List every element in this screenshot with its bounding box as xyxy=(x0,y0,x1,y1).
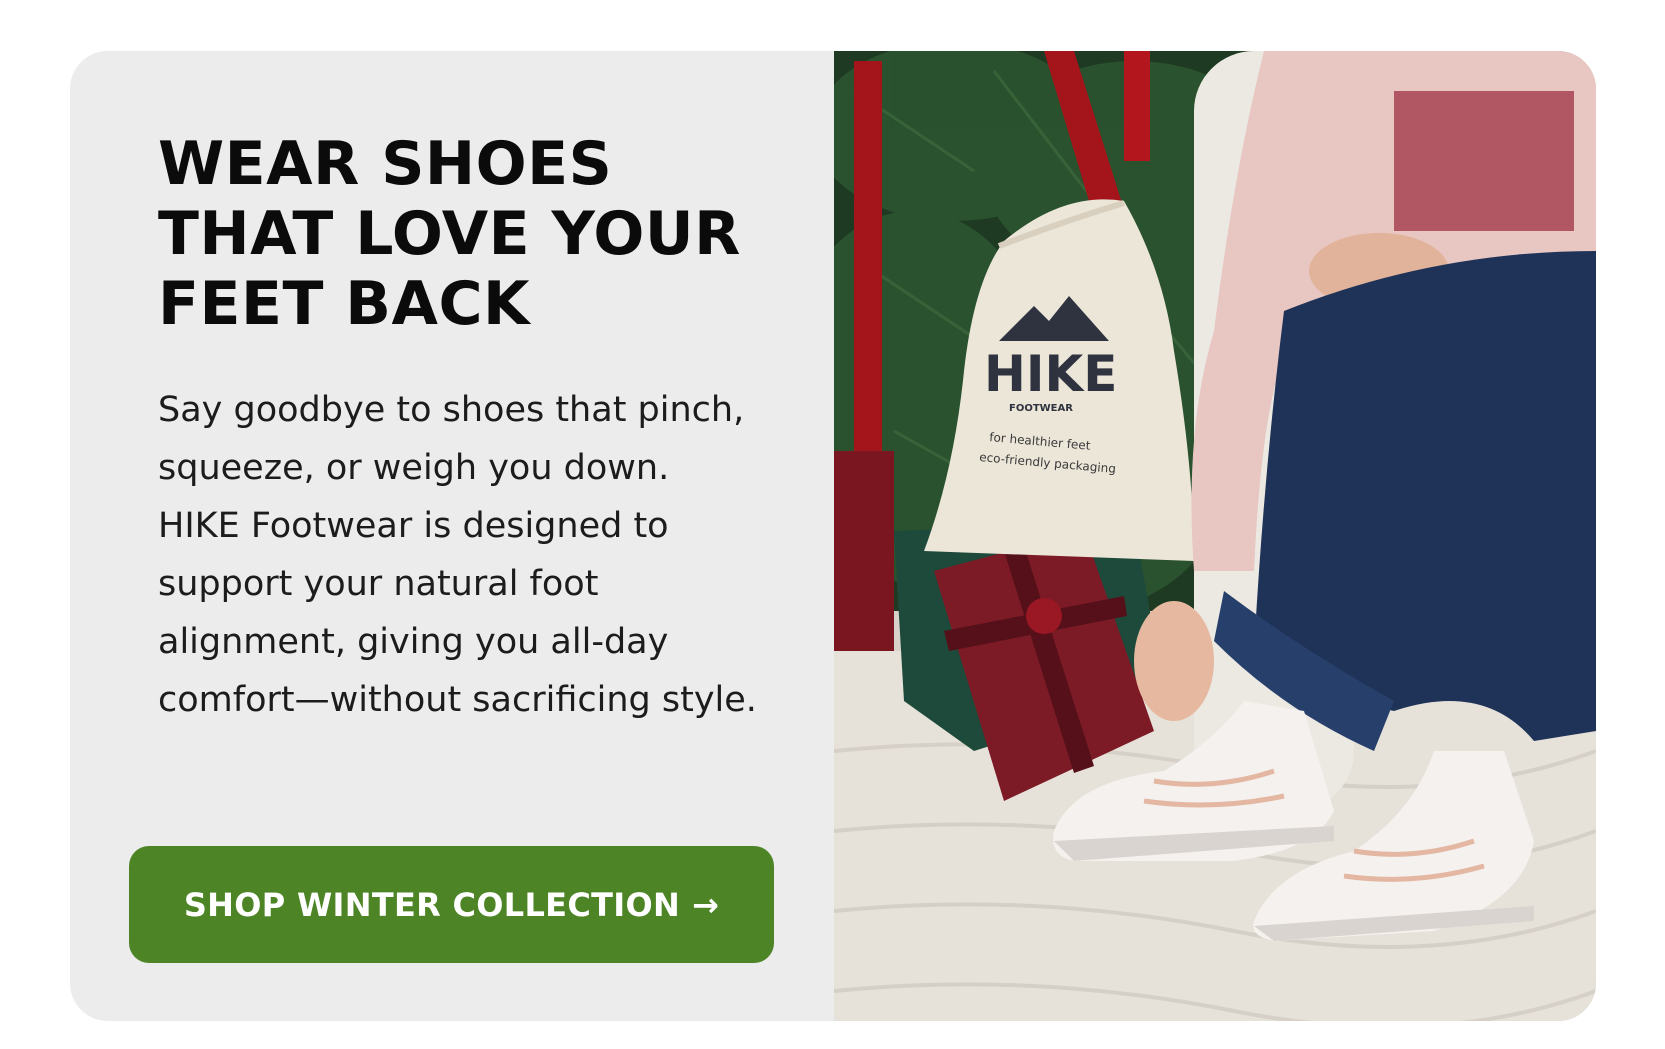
product-photo: HIKE FOOTWEAR for healthier feet eco-fri… xyxy=(834,51,1596,1021)
headline-line-1: WEAR SHOES xyxy=(158,129,613,199)
headline-line-3: FEET BACK xyxy=(158,269,530,339)
promo-headline: WEAR SHOES THAT LOVE YOUR FEET BACK xyxy=(158,129,758,339)
cta-label: SHOP WINTER COLLECTION xyxy=(183,885,681,924)
arrow-right-icon: → xyxy=(692,885,720,924)
promo-text-panel: WEAR SHOES THAT LOVE YOUR FEET BACK Say … xyxy=(70,51,834,1021)
promo-card: WEAR SHOES THAT LOVE YOUR FEET BACK Say … xyxy=(70,51,1596,1021)
bag-brand-text: HIKE xyxy=(984,345,1117,403)
headline-line-2: THAT LOVE YOUR xyxy=(158,199,741,269)
product-photo-illustration: HIKE FOOTWEAR for healthier feet eco-fri… xyxy=(834,51,1596,1021)
bag-sub-text: FOOTWEAR xyxy=(1009,403,1073,414)
shop-winter-collection-button[interactable]: SHOP WINTER COLLECTION → xyxy=(129,846,774,963)
promo-description: Say goodbye to shoes that pinch, squeeze… xyxy=(158,390,757,720)
